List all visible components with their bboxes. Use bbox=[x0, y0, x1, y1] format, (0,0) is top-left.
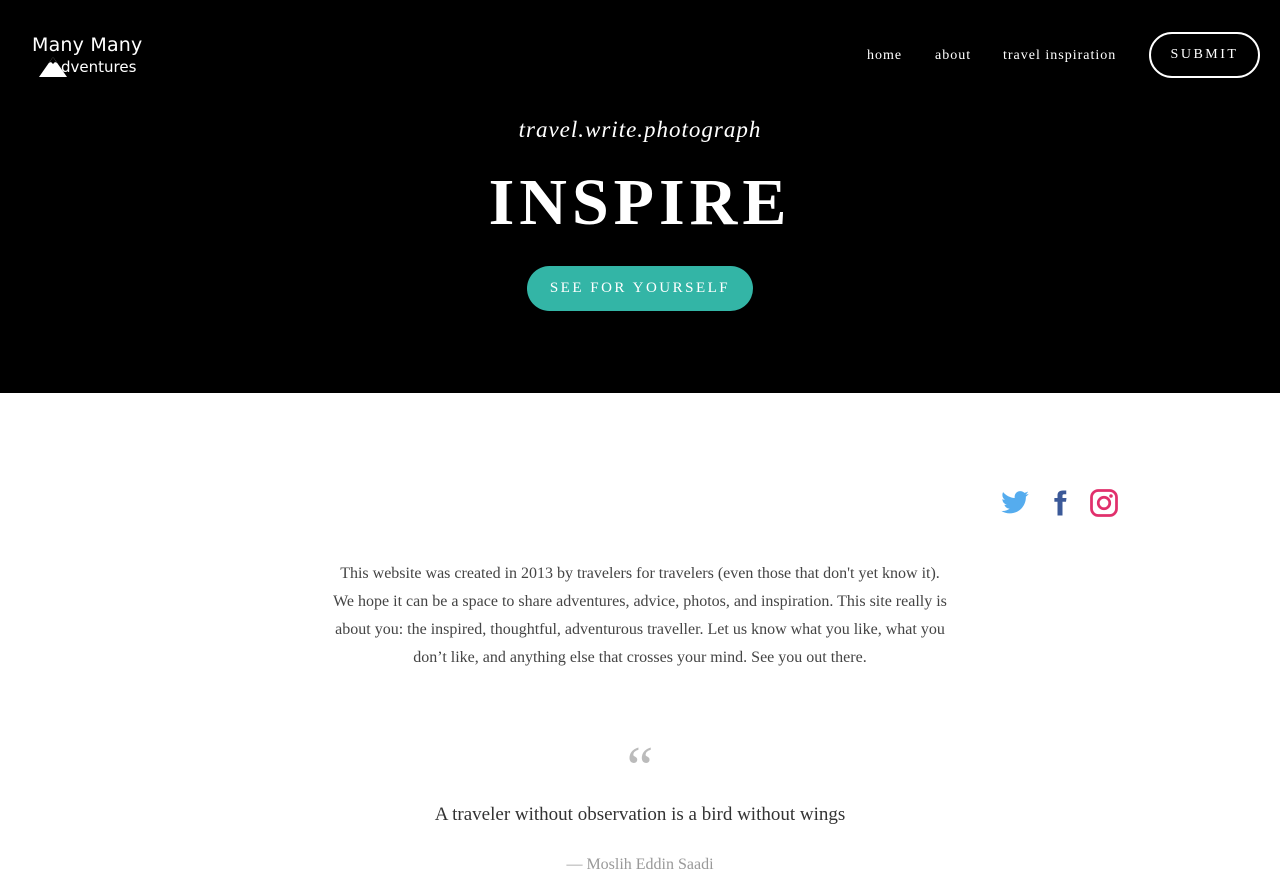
social-links bbox=[1000, 488, 1120, 518]
main-nav: home about travel inspiration bbox=[0, 46, 1280, 66]
submit-button[interactable]: SUBMIT bbox=[1149, 32, 1260, 78]
about-paragraph: This website was created in 2013 by trav… bbox=[333, 565, 947, 666]
nav-about[interactable]: about bbox=[935, 46, 971, 66]
nav-home[interactable]: home bbox=[867, 46, 902, 66]
nav-travel-inspiration[interactable]: travel inspiration bbox=[1003, 46, 1116, 66]
hero-section: Many Many dventures home about travel in… bbox=[0, 0, 1280, 393]
quote-text: A traveler without observation is a bird… bbox=[434, 804, 846, 825]
facebook-icon[interactable] bbox=[1045, 488, 1075, 518]
quote-author: — Moslih Eddin Saadi bbox=[566, 856, 714, 873]
instagram-icon[interactable] bbox=[1089, 488, 1119, 518]
see-for-yourself-button[interactable]: SEE FOR YOURSELF bbox=[527, 266, 753, 311]
hero-headline: INSPIRE bbox=[488, 166, 792, 239]
hero-tagline: travel.write.photograph bbox=[518, 117, 762, 142]
twitter-icon[interactable] bbox=[1000, 488, 1030, 518]
quote-mark-icon: “ bbox=[626, 738, 654, 782]
